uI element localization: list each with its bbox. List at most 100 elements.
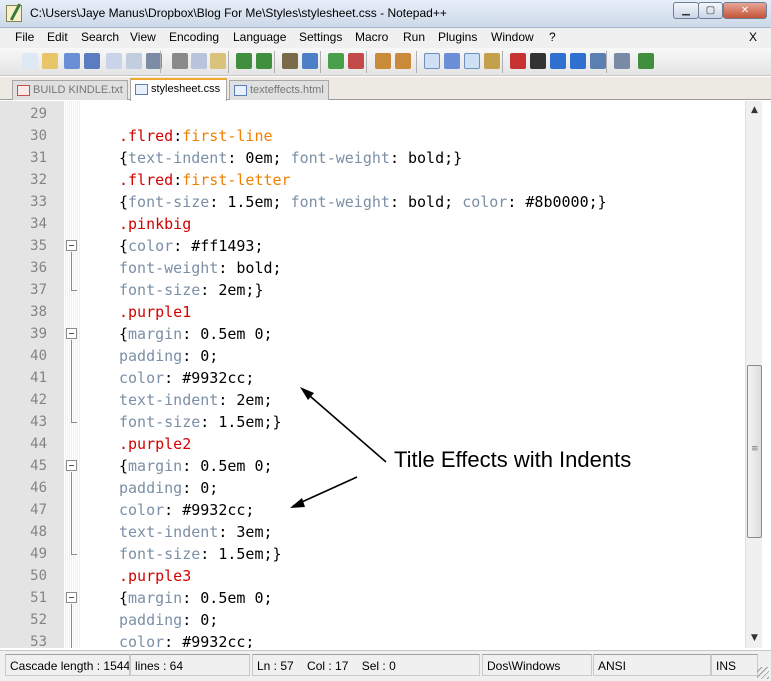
close-all-icon[interactable] xyxy=(126,53,142,69)
css-property: font-weight xyxy=(290,149,390,167)
code-text: {color: #ff1493; xyxy=(119,237,264,255)
zoom-in-icon[interactable] xyxy=(328,53,344,69)
css-value: : bold;} xyxy=(389,149,463,167)
toolbar-separator xyxy=(502,51,503,73)
css-property: font-size xyxy=(119,413,201,431)
find-icon[interactable] xyxy=(282,53,298,69)
css-property: color xyxy=(462,193,508,211)
title-bar: C:\Users\Jaye Manus\Dropbox\Blog For Me\… xyxy=(0,0,771,28)
css-pseudo-element: first-letter xyxy=(182,171,291,189)
toolbar-separator xyxy=(320,51,321,73)
code-line: 51 {margin: 0.5em 0; xyxy=(0,587,745,609)
css-property: font-weight xyxy=(290,193,390,211)
replace-icon[interactable] xyxy=(302,53,318,69)
document-map-icon[interactable] xyxy=(614,53,630,69)
fold-collapse-icon[interactable] xyxy=(66,592,77,603)
copy-icon[interactable] xyxy=(191,53,207,69)
menu-run[interactable]: Run xyxy=(403,30,425,44)
status-col: Col : 17 xyxy=(307,659,349,673)
code-editor[interactable]: 29 30 .flred:first-line 31 {text-indent: 0em… xyxy=(0,101,745,648)
fold-guide-line xyxy=(71,252,72,290)
user-defined-language-icon[interactable] xyxy=(484,53,500,69)
menu-view[interactable]: View xyxy=(130,30,156,44)
undo-icon[interactable] xyxy=(236,53,252,69)
scroll-down-arrow-icon[interactable]: ▼ xyxy=(746,630,763,647)
status-position: Ln : 57 Col : 17 Sel : 0 xyxy=(252,654,480,676)
redo-icon[interactable] xyxy=(256,53,272,69)
fold-collapse-icon[interactable] xyxy=(66,460,77,471)
line-number: 41 xyxy=(30,370,47,386)
record-macro-icon[interactable] xyxy=(510,53,526,69)
css-property: text-indent xyxy=(119,523,219,541)
css-selector: .purple1 xyxy=(119,303,192,321)
menu-file[interactable]: File xyxy=(15,30,34,44)
css-selector: .purple3 xyxy=(119,567,192,585)
css-value: : 0.5em 0; xyxy=(182,457,273,475)
code-text: {margin: 0.5em 0; xyxy=(119,325,273,343)
saved-file-icon xyxy=(135,84,148,95)
code-text: {margin: 0.5em 0; xyxy=(119,589,273,607)
zoom-out-icon[interactable] xyxy=(348,53,364,69)
css-value: : 3em; xyxy=(218,523,273,541)
stop-recording-icon[interactable] xyxy=(530,53,546,69)
spell-check-icon[interactable] xyxy=(638,53,654,69)
maximize-button[interactable]: ▢ xyxy=(698,2,723,19)
css-value: : 0; xyxy=(182,347,219,365)
code-text: {text-indent: 0em; font-weight: bold;} xyxy=(119,149,462,167)
sync-horizontal-icon[interactable] xyxy=(395,53,411,69)
menu-window[interactable]: Window xyxy=(491,30,534,44)
close-window-button[interactable]: ✕ xyxy=(723,2,767,19)
new-file-icon[interactable] xyxy=(22,53,38,69)
code-text: font-size: 1.5em;} xyxy=(119,413,282,431)
code-text: {font-size: 1.5em; font-weight: bold; co… xyxy=(119,193,607,211)
open-file-icon[interactable] xyxy=(42,53,58,69)
tab-label: BUILD KINDLE.txt xyxy=(33,84,123,96)
fold-end-marker xyxy=(71,554,77,555)
tab-build-kindle[interactable]: BUILD KINDLE.txt xyxy=(12,80,128,100)
css-property: font-weight xyxy=(119,259,219,277)
fold-guide-line xyxy=(71,604,72,648)
menu-edit[interactable]: Edit xyxy=(47,30,68,44)
playback-macro-icon[interactable] xyxy=(550,53,566,69)
menu-macro[interactable]: Macro xyxy=(355,30,388,44)
fold-collapse-icon[interactable] xyxy=(66,328,77,339)
save-icon[interactable] xyxy=(64,53,80,69)
menu-search[interactable]: Search xyxy=(81,30,119,44)
save-all-icon[interactable] xyxy=(84,53,100,69)
code-line: 50 .purple3 xyxy=(0,565,745,587)
save-macro-icon[interactable] xyxy=(590,53,606,69)
css-value: : 2em; xyxy=(218,391,273,409)
resize-grip-icon[interactable] xyxy=(757,667,769,679)
fold-collapse-icon[interactable] xyxy=(66,240,77,251)
tab-stylesheet[interactable]: stylesheet.css xyxy=(130,78,227,101)
close-file-icon[interactable] xyxy=(106,53,122,69)
sync-vertical-icon[interactable] xyxy=(375,53,391,69)
menu-settings[interactable]: Settings xyxy=(299,30,342,44)
menu-plugins[interactable]: Plugins xyxy=(438,30,477,44)
show-all-characters-icon[interactable] xyxy=(444,53,460,69)
vertical-scrollbar[interactable]: ▲ ≡ ▼ xyxy=(745,101,762,648)
code-line: 47 color: #9932cc; xyxy=(0,499,745,521)
tab-texteffects[interactable]: texteffects.html xyxy=(229,80,329,100)
code-text: color: #9932cc; xyxy=(119,501,254,519)
indent-guide-icon[interactable] xyxy=(464,53,480,69)
menu-language[interactable]: Language xyxy=(233,30,286,44)
cut-icon[interactable] xyxy=(172,53,188,69)
menu-encoding[interactable]: Encoding xyxy=(169,30,219,44)
fold-guide-line xyxy=(71,472,72,554)
paste-icon[interactable] xyxy=(210,53,226,69)
menu-bar: File Edit Search View Encoding Language … xyxy=(0,28,771,48)
toolbar-separator xyxy=(160,51,161,73)
menu-help[interactable]: ? xyxy=(549,30,556,44)
close-document-button[interactable]: X xyxy=(749,30,757,44)
run-macro-multiple-icon[interactable] xyxy=(570,53,586,69)
css-value: : #9932cc; xyxy=(164,501,255,519)
code-text: {margin: 0.5em 0; xyxy=(119,457,273,475)
css-value: : xyxy=(173,171,183,189)
css-value: : bold; xyxy=(218,259,282,277)
minimize-button[interactable]: ▁ xyxy=(673,2,699,19)
word-wrap-icon[interactable] xyxy=(424,53,440,69)
annotation-text: Title Effects with Indents xyxy=(394,447,632,472)
scrollbar-thumb[interactable]: ≡ xyxy=(747,365,762,538)
scroll-up-arrow-icon[interactable]: ▲ xyxy=(746,102,763,119)
